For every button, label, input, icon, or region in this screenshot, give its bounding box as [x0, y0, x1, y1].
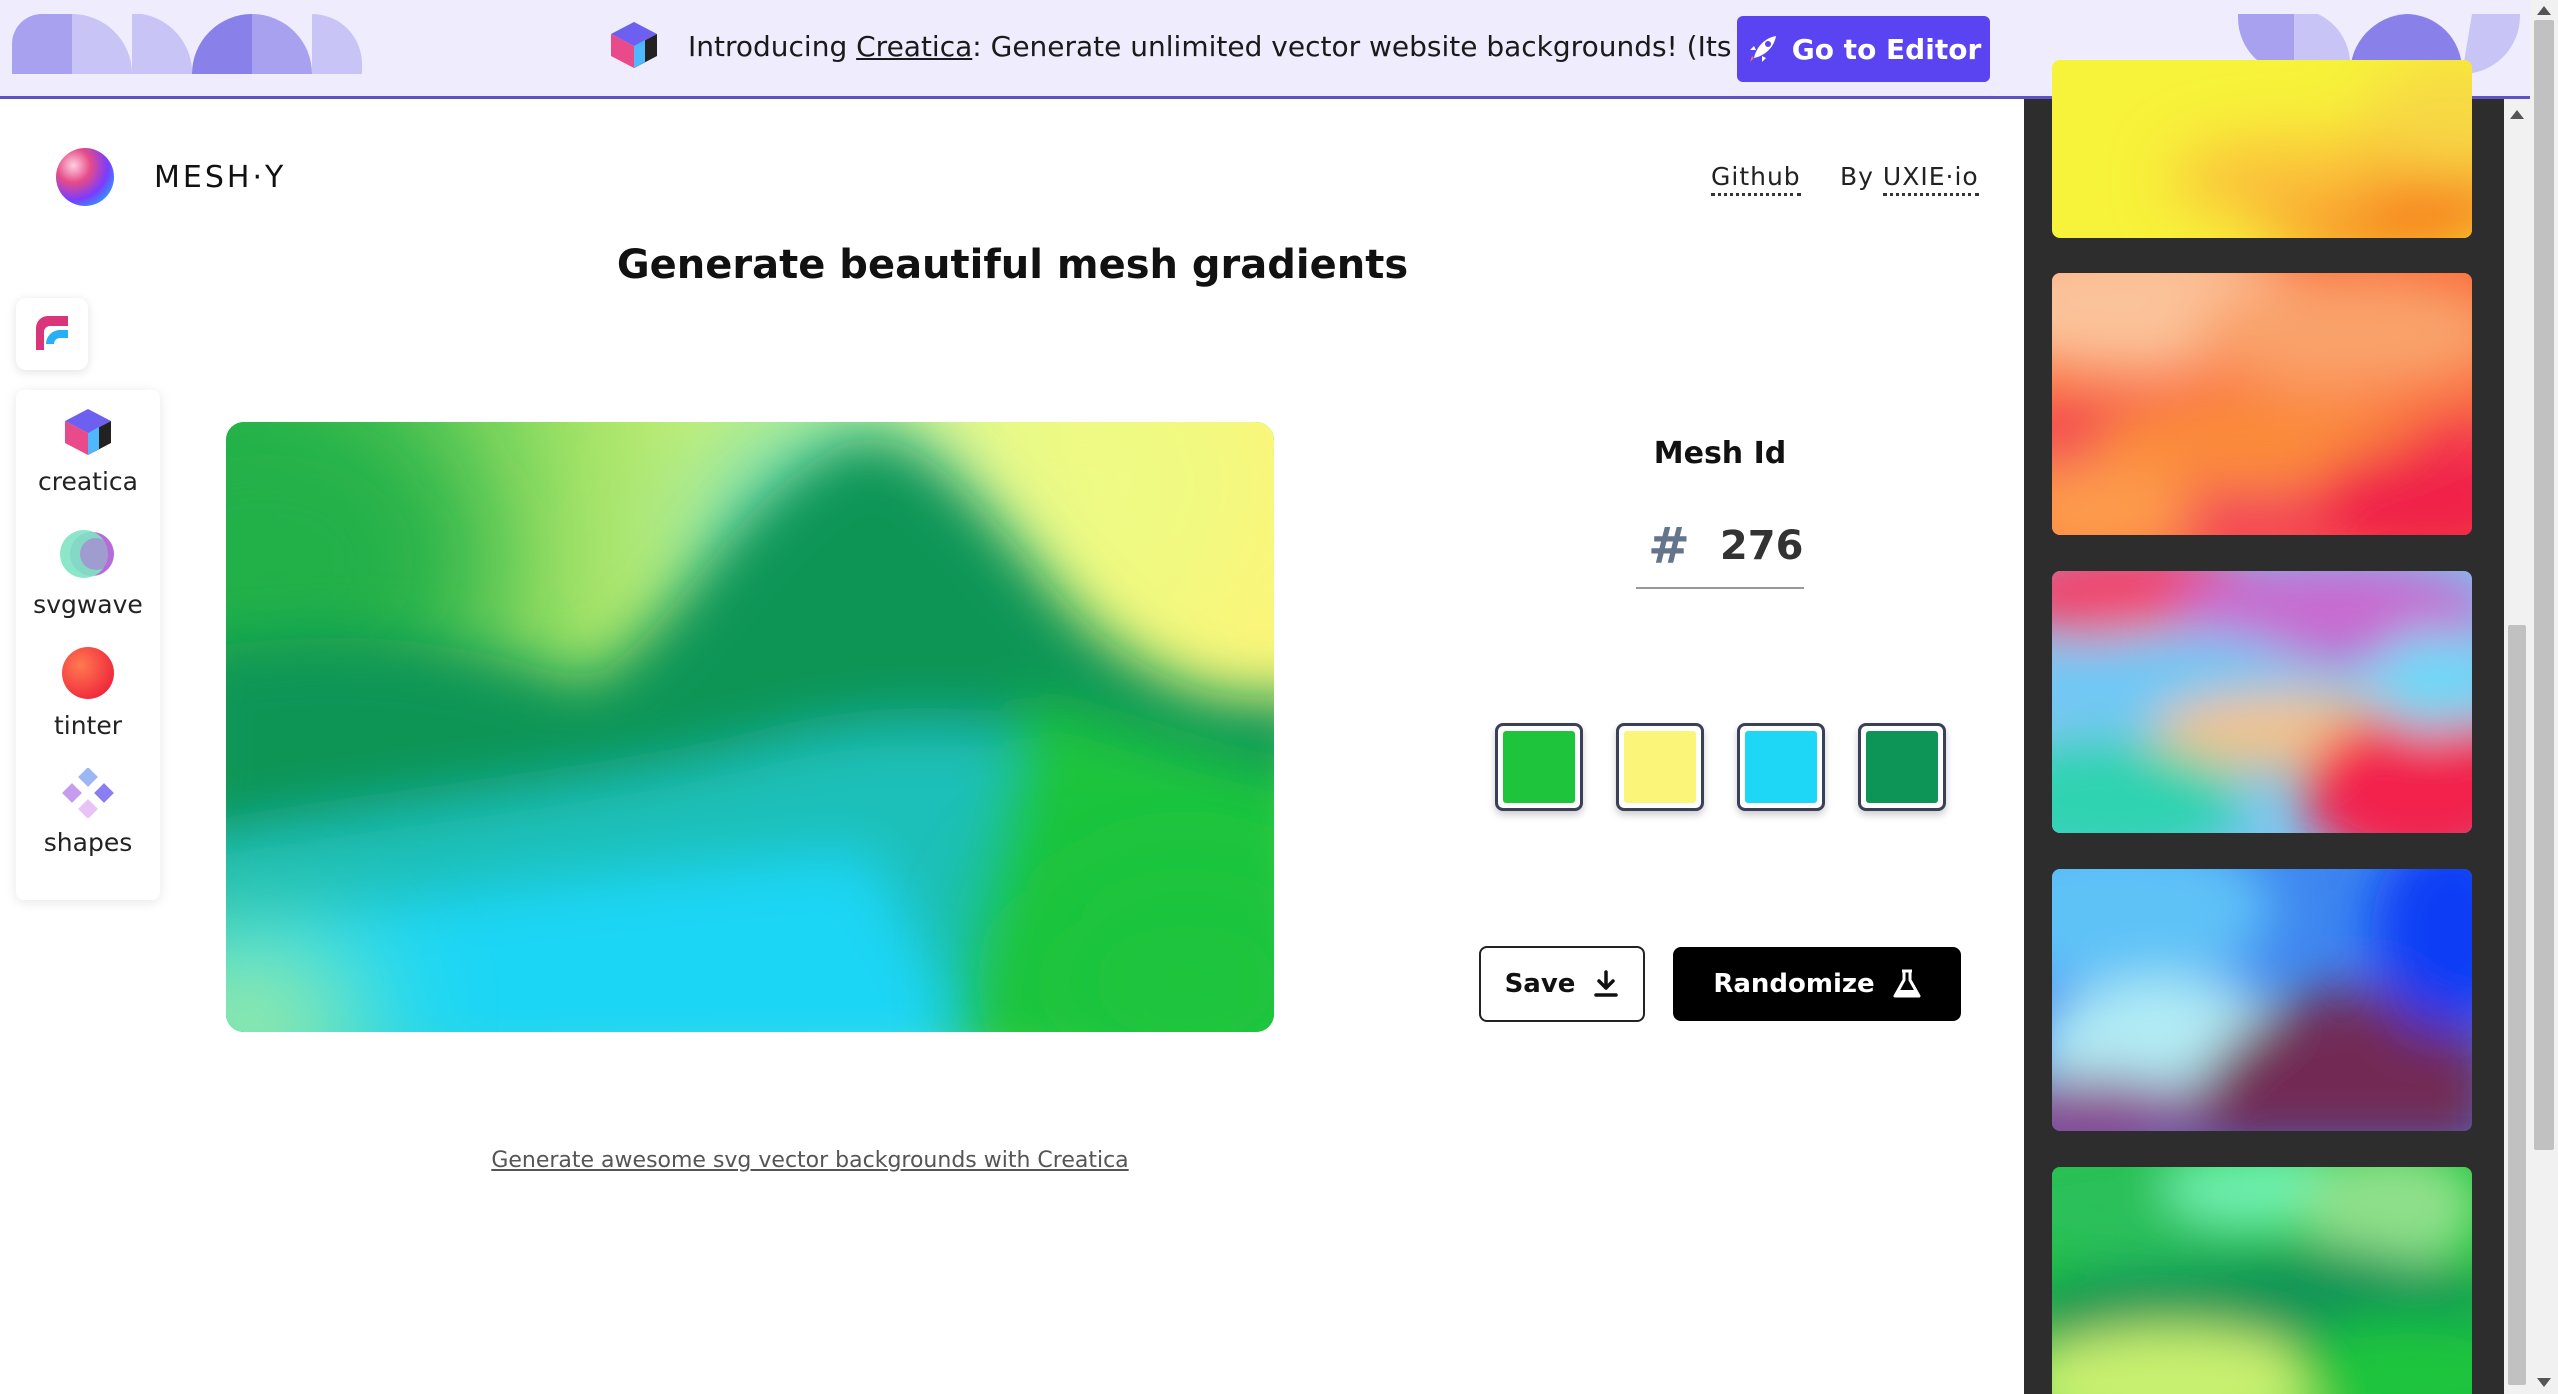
- tinter-circle-icon: [62, 647, 114, 699]
- banner-rest: : Generate unlimited vector website back…: [972, 30, 1807, 63]
- by-prefix: By: [1840, 162, 1883, 191]
- cube-logo-icon: [611, 22, 657, 68]
- go-to-editor-button[interactable]: Go to Editor: [1737, 16, 1990, 82]
- save-label: Save: [1504, 969, 1576, 999]
- rocket-icon: [1749, 36, 1776, 62]
- page-scroll-up-icon[interactable]: [2537, 6, 2551, 15]
- meshy-logo-icon[interactable]: [56, 148, 114, 206]
- flask-icon: [1893, 969, 1921, 998]
- sidebar-item-svgwave[interactable]: svgwave: [16, 528, 160, 619]
- go-to-editor-label: Go to Editor: [1791, 32, 1982, 66]
- mesh-gradient-canvas: [226, 422, 1274, 1032]
- swatch-color: [1745, 731, 1817, 803]
- creatica-promo-link[interactable]: Generate awesome svg vector backgrounds …: [0, 1148, 1620, 1173]
- gallery-scrollbar-thumb[interactable]: [2508, 625, 2526, 1385]
- page-scroll-down-icon[interactable]: [2537, 1378, 2551, 1387]
- sidebar-item-label: shapes: [43, 828, 133, 857]
- hash-icon: #: [1648, 517, 1690, 575]
- uxie-label: UXIE·io: [1882, 162, 1979, 196]
- tools-sidebar: creatica svgwave tinter shapes: [16, 390, 160, 900]
- brand-name[interactable]: MESH·Y: [154, 160, 286, 195]
- gallery-thumb-image: [2052, 60, 2472, 238]
- banner-intro: Introducing: [688, 30, 857, 63]
- randomize-button[interactable]: Randomize: [1673, 947, 1961, 1021]
- gallery-thumb-image: [2052, 1167, 2472, 1394]
- page-title: Generate beautiful mesh gradients: [616, 242, 1409, 288]
- banner-message: Introducing Creatica: Generate unlimited…: [688, 30, 1806, 63]
- gallery-thumb-3[interactable]: [2052, 571, 2472, 833]
- f-logo-icon: [36, 316, 68, 350]
- randomize-label: Randomize: [1713, 969, 1875, 999]
- svgwave-orbs-icon: [60, 530, 114, 578]
- github-label: Github: [1711, 162, 1801, 196]
- gallery-thumb-1[interactable]: [2052, 60, 2472, 238]
- gallery-scroll-up-icon[interactable]: [2510, 110, 2524, 119]
- download-icon: [1594, 970, 1619, 997]
- gallery-thumb-image: [2052, 869, 2472, 1131]
- swatch-color: [1503, 731, 1575, 803]
- page-scrollbar-thumb[interactable]: [2534, 20, 2554, 1150]
- app-switcher-logo[interactable]: [16, 298, 88, 370]
- color-swatch-4[interactable]: [1858, 723, 1946, 811]
- gallery-thumb-5[interactable]: [2052, 1167, 2472, 1394]
- creatica-cube-icon: [65, 409, 111, 455]
- gallery-thumb-2[interactable]: [2052, 273, 2472, 535]
- color-swatch-3[interactable]: [1737, 723, 1825, 811]
- swatch-color: [1866, 731, 1938, 803]
- sidebar-item-shapes[interactable]: shapes: [16, 768, 160, 857]
- github-link[interactable]: Github: [1711, 162, 1801, 196]
- save-button[interactable]: Save: [1479, 946, 1645, 1022]
- swatch-color: [1624, 731, 1696, 803]
- by-uxie-link[interactable]: By UXIE·io: [1840, 162, 1979, 196]
- mesh-id-label: Mesh Id: [1653, 436, 1787, 471]
- sidebar-item-creatica[interactable]: creatica: [16, 407, 160, 496]
- sidebar-item-label: creatica: [38, 467, 138, 496]
- banner-decoration-left: [12, 14, 362, 74]
- creatica-link[interactable]: Creatica: [856, 30, 972, 63]
- gallery-thumb-4[interactable]: [2052, 869, 2472, 1131]
- sidebar-item-label: tinter: [53, 711, 123, 740]
- mesh-id-value[interactable]: 276: [1720, 523, 1804, 569]
- sidebar-item-tinter[interactable]: tinter: [16, 645, 160, 740]
- mesh-id-field[interactable]: # 276: [1636, 505, 1804, 589]
- color-swatch-1[interactable]: [1495, 723, 1583, 811]
- sidebar-item-label: svgwave: [33, 590, 143, 619]
- shapes-diamonds-icon: [62, 768, 114, 818]
- gallery-thumb-image: [2052, 273, 2472, 535]
- gallery-thumb-image: [2052, 571, 2472, 833]
- mesh-gradient-preview: [226, 422, 1274, 1032]
- color-swatch-2[interactable]: [1616, 723, 1704, 811]
